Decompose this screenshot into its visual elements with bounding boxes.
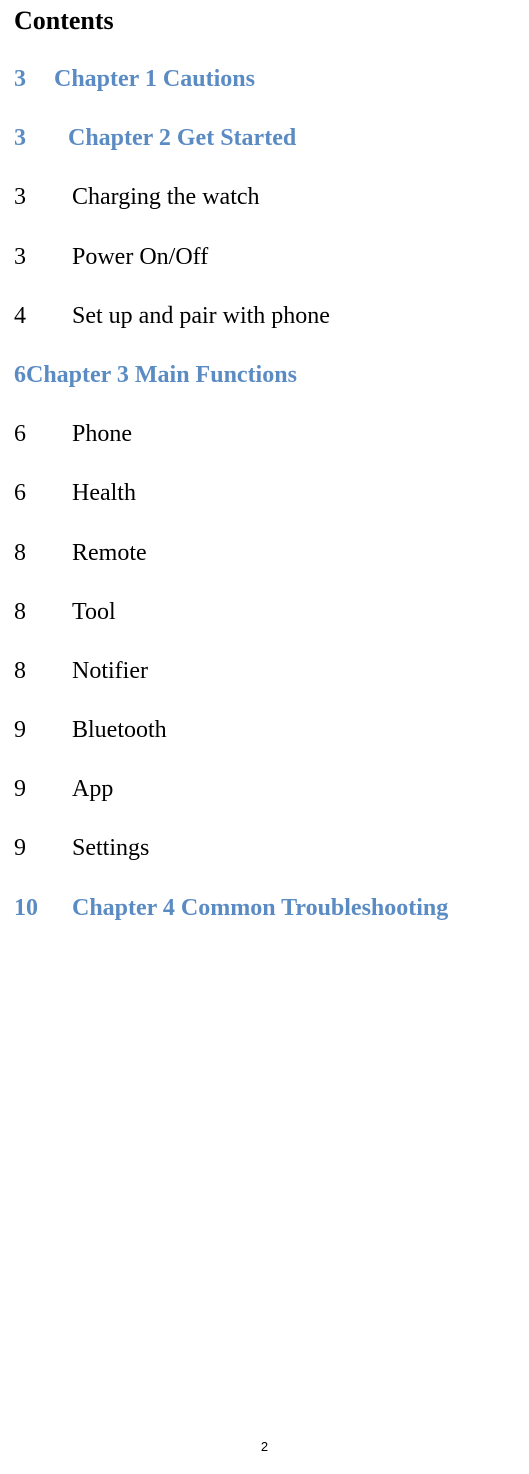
toc-entry-sub[interactable]: 8 Remote — [14, 538, 515, 569]
toc-entry-chapter-3[interactable]: 6Chapter 3 Main Functions — [14, 360, 515, 391]
toc-title: Bluetooth — [72, 715, 167, 746]
toc-page-number: 10 — [14, 893, 72, 924]
toc-entry-chapter-2[interactable]: 3 Chapter 2 Get Started — [14, 123, 515, 154]
toc-title: Notifier — [72, 656, 148, 687]
toc-title: Settings — [72, 833, 149, 864]
toc-entry-sub[interactable]: 9 Settings — [14, 833, 515, 864]
toc-page-number: 9 — [14, 833, 72, 864]
toc-entry-sub[interactable]: 6 Health — [14, 478, 515, 509]
toc-entry-sub[interactable]: 4 Set up and pair with phone — [14, 301, 515, 332]
toc-title: Chapter 3 Main Functions — [26, 362, 297, 388]
toc-title: Health — [72, 478, 136, 509]
toc-entry-sub[interactable]: 3 Power On/Off — [14, 242, 515, 273]
toc-page-number: 3 — [14, 64, 54, 95]
toc-title: Power On/Off — [72, 242, 208, 273]
toc-entry-sub[interactable]: 9 Bluetooth — [14, 715, 515, 746]
toc-entry-chapter-1[interactable]: 3 Chapter 1 Cautions — [14, 64, 515, 95]
toc-page-number: 6 — [14, 419, 72, 450]
toc-entry-sub[interactable]: 8 Notifier — [14, 656, 515, 687]
toc-page-number: 9 — [14, 715, 72, 746]
toc-title: App — [72, 774, 113, 805]
toc-page-number: 3 — [14, 242, 72, 273]
toc-title: Chapter 1 Cautions — [54, 64, 255, 95]
toc-entry-sub[interactable]: 9 App — [14, 774, 515, 805]
toc-entry-chapter-4[interactable]: 10 Chapter 4 Common Troubleshooting — [14, 893, 515, 924]
toc-title: Chapter 4 Common Troubleshooting — [72, 893, 448, 924]
toc-title: Phone — [72, 419, 132, 450]
contents-heading: Contents — [14, 6, 515, 36]
toc-page-number: 6 — [14, 362, 26, 388]
toc-page-number: 8 — [14, 656, 72, 687]
toc-page-number: 8 — [14, 597, 72, 628]
page-number-footer: 2 — [0, 1439, 529, 1454]
toc-title: Tool — [72, 597, 116, 628]
toc-title: Remote — [72, 538, 147, 569]
toc-entry-sub[interactable]: 8 Tool — [14, 597, 515, 628]
toc-page-number: 6 — [14, 478, 72, 509]
toc-entry-sub[interactable]: 3 Charging the watch — [14, 182, 515, 213]
toc-page-number: 4 — [14, 301, 72, 332]
toc-title: Set up and pair with phone — [72, 301, 330, 332]
toc-title: Charging the watch — [72, 182, 260, 213]
toc-page-number: 3 — [14, 123, 68, 154]
toc-page-number: 9 — [14, 774, 72, 805]
toc-title: Chapter 2 Get Started — [68, 123, 296, 154]
toc-page-number: 8 — [14, 538, 72, 569]
toc-entry-sub[interactable]: 6 Phone — [14, 419, 515, 450]
toc-page-number: 3 — [14, 182, 72, 213]
